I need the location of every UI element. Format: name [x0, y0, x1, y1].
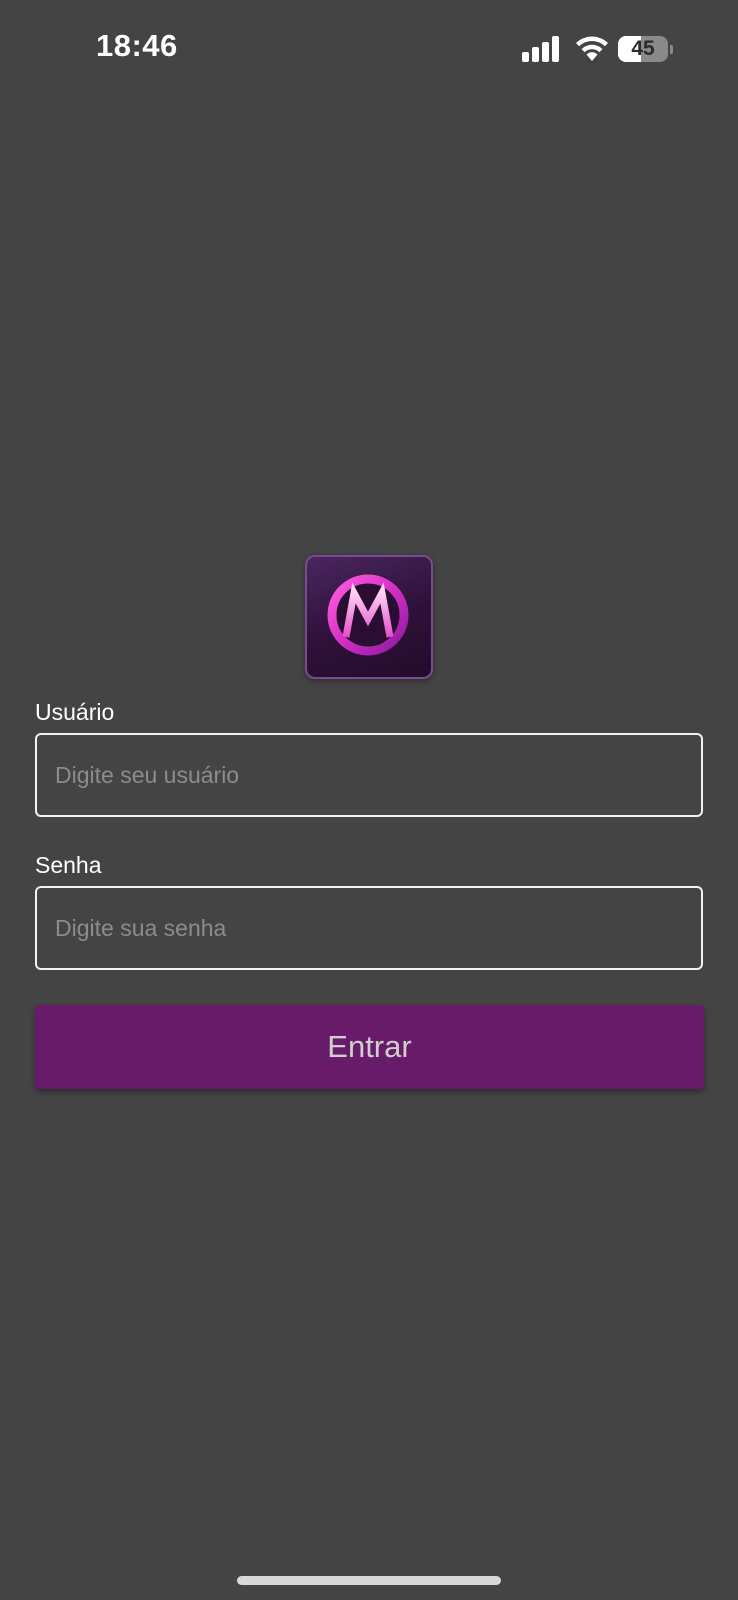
home-indicator[interactable]: [237, 1576, 501, 1585]
username-input[interactable]: [35, 733, 703, 817]
login-button[interactable]: Entrar: [35, 1005, 704, 1089]
password-label: Senha: [35, 852, 102, 878]
battery-icon: 45: [618, 36, 674, 62]
username-label: Usuário: [35, 699, 115, 725]
signal-bars-icon: [522, 36, 559, 62]
app-logo: [305, 555, 433, 679]
login-screen: 18:46 45 Usuário Digite seu usuário Senh…: [0, 0, 738, 1600]
wifi-icon: [576, 36, 608, 61]
m-logo-icon: [327, 574, 409, 656]
password-input[interactable]: [35, 886, 703, 970]
battery-level: 45: [631, 37, 655, 60]
status-time: 18:46: [96, 28, 178, 63]
